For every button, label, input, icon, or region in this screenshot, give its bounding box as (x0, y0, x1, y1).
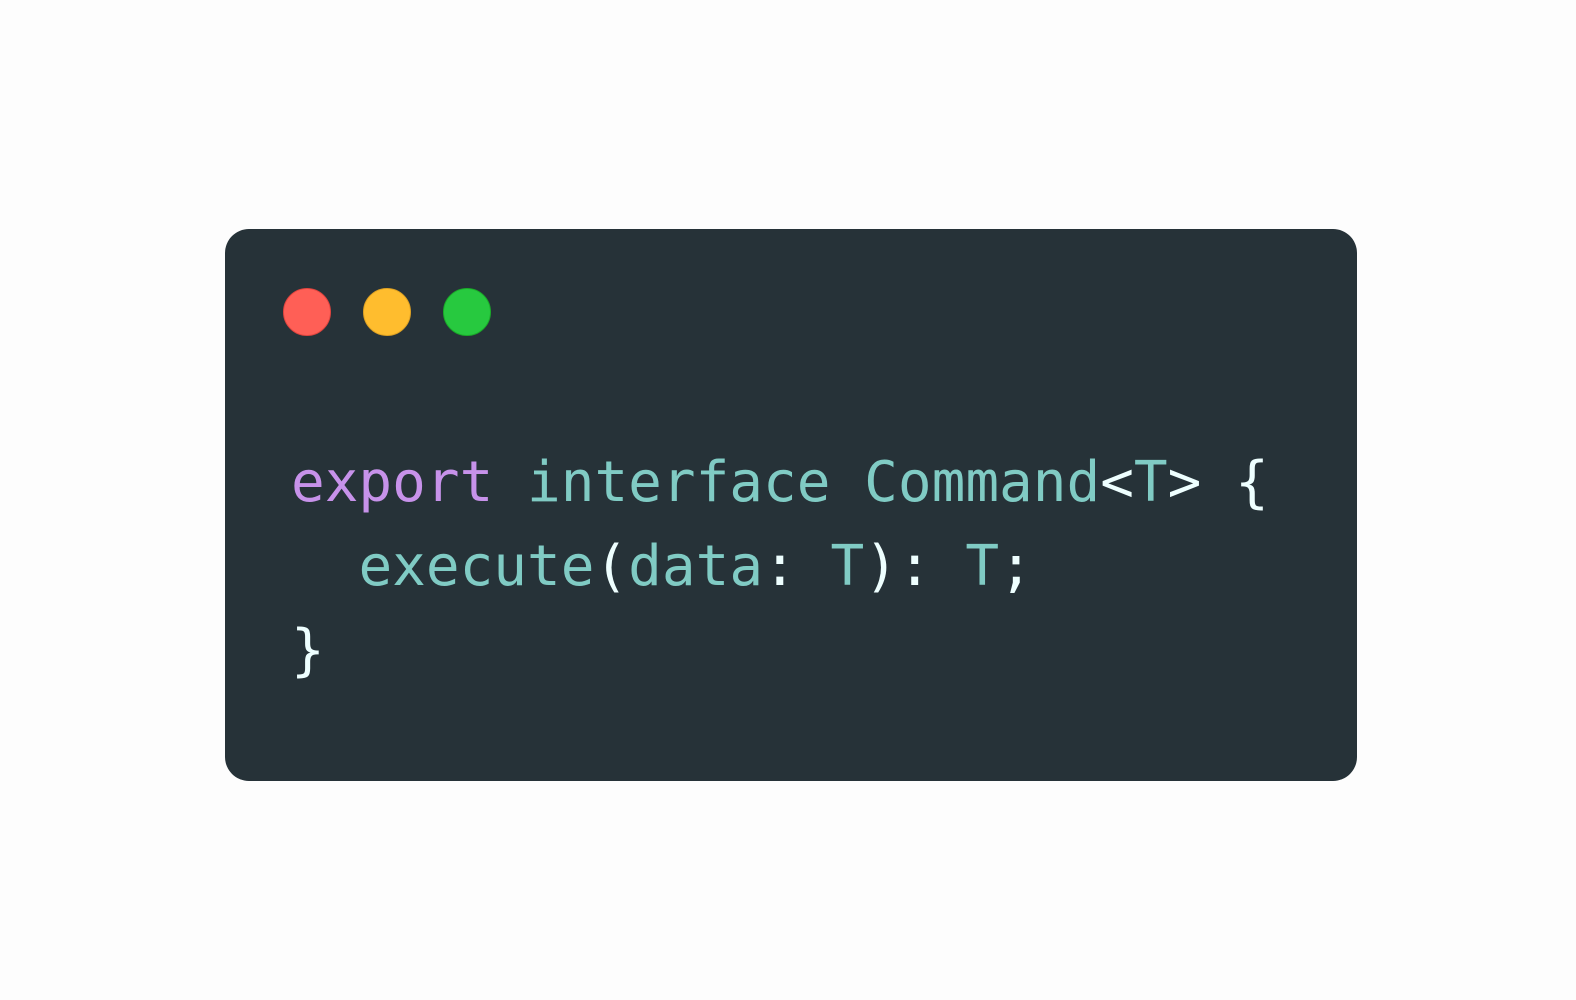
token-punctuation: : (763, 534, 797, 599)
token-punctuation: } (291, 618, 325, 683)
token-punctuation: < (1100, 450, 1134, 515)
token-identifier: interface (527, 450, 831, 515)
minimize-button[interactable] (363, 288, 411, 336)
token-identifier: Command (864, 450, 1101, 515)
code-window: export interface Command<T> { execute(da… (225, 229, 1357, 781)
code-line-2: execute(data: T): T; (291, 525, 1269, 609)
code-line-1: export interface Command<T> { (291, 441, 1269, 525)
token-punctuation: ; (999, 534, 1033, 599)
token-identifier: T (830, 534, 865, 599)
token-punctuation: > (1167, 450, 1202, 515)
token-identifier: T (1133, 450, 1168, 515)
token-punctuation: ( (594, 534, 629, 599)
token-identifier: data (628, 534, 764, 599)
code-line-3: } (291, 609, 1269, 693)
token-identifier: execute (358, 534, 595, 599)
close-button[interactable] (283, 288, 331, 336)
code-block: export interface Command<T> { execute(da… (291, 441, 1269, 693)
token-punctuation: ): (864, 534, 932, 599)
maximize-button[interactable] (443, 288, 491, 336)
token-punctuation: { (1235, 450, 1269, 515)
token-keyword: export (291, 450, 494, 515)
token-identifier: T (965, 534, 1000, 599)
